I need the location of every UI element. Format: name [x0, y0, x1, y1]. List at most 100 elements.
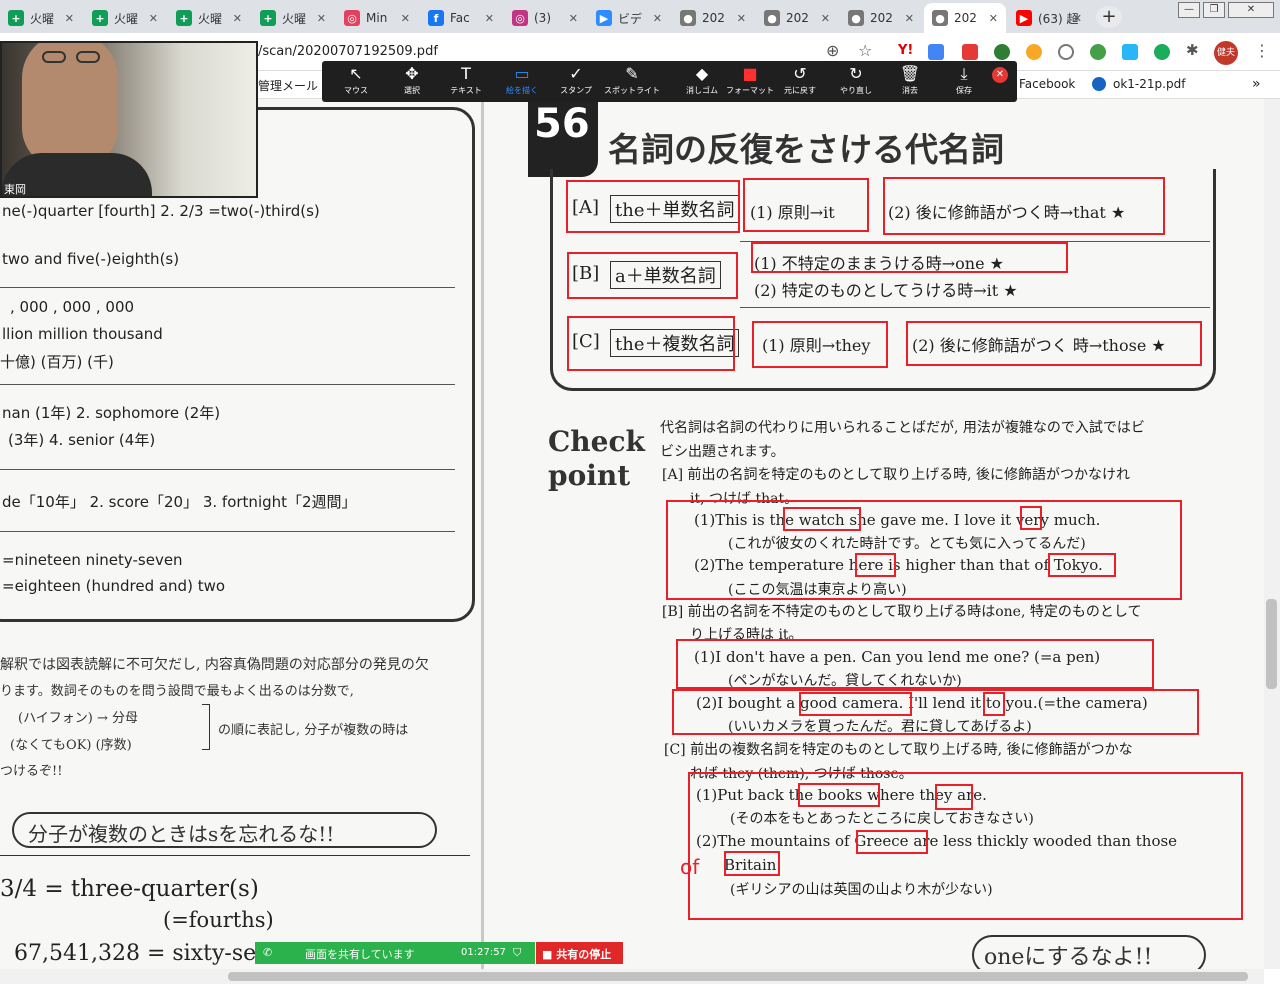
video-window[interactable]: 東岡	[0, 41, 258, 198]
bracket	[202, 704, 210, 750]
tab-title: 202	[786, 11, 809, 25]
handwritten-note: つけるぞ!!	[0, 764, 63, 779]
toolbar-tool[interactable]: ↖ マウス	[328, 63, 384, 100]
url-field[interactable]: /scan/20200707192509.pdf	[258, 44, 438, 59]
puzzle-icon[interactable]: ✱	[1186, 41, 1199, 59]
tab-close-icon[interactable]: ✕	[233, 12, 242, 25]
tab-close-icon[interactable]: ✕	[1073, 12, 1082, 25]
tool-label: やり直し	[840, 86, 872, 95]
tool-label: 消去	[902, 86, 918, 95]
divider	[0, 469, 455, 470]
browser-tab[interactable]: ● 202 ✕	[672, 3, 754, 33]
new-tab-button[interactable]: +	[1096, 6, 1122, 28]
toolbar-tool[interactable]: ▭ 絵を描く	[494, 63, 550, 100]
avatar[interactable]: 健夫	[1214, 41, 1238, 65]
bookmark-pdf[interactable]: ok1-21p.pdf	[1113, 77, 1185, 91]
browser-tab[interactable]: ◎ Min ✕	[336, 3, 418, 33]
tab-close-icon[interactable]: ✕	[989, 12, 998, 25]
bookmark-facebook[interactable]: Facebook	[1019, 77, 1075, 91]
browser-tab[interactable]: + 火曜 ✕	[84, 3, 166, 33]
tab-close-icon[interactable]: ✕	[737, 12, 746, 25]
minimize-button[interactable]: —	[1178, 2, 1200, 18]
annotation-rect	[855, 553, 896, 577]
tab-favicon-icon: f	[428, 10, 444, 26]
tool-icon: ✓	[569, 64, 583, 83]
toolbar-tool[interactable]: ↻ やり直し	[828, 63, 884, 100]
tool-label: 絵を描く	[506, 86, 538, 95]
close-toolbar-icon[interactable]: ✕	[992, 67, 1008, 83]
annotation-rect	[906, 321, 1202, 366]
browser-tab[interactable]: f Fac ✕	[420, 3, 502, 33]
star-icon[interactable]: ☆	[858, 41, 872, 60]
tab-close-icon[interactable]: ✕	[653, 12, 662, 25]
close-window-button[interactable]: ✕	[1228, 2, 1274, 18]
tab-close-icon[interactable]: ✕	[569, 12, 578, 25]
scroll-thumb[interactable]	[228, 972, 1248, 981]
toolbar-tool[interactable]: ✎ スポットライト	[604, 63, 660, 100]
tool-icon: ⤓	[960, 64, 968, 83]
toolbar-tool[interactable]: T テキスト	[438, 63, 494, 100]
yahoo-ext-icon[interactable]: Y!	[898, 43, 913, 58]
tab-close-icon[interactable]: ✕	[65, 12, 74, 25]
extension-icon[interactable]	[1090, 44, 1106, 60]
browser-tab[interactable]: + 火曜 ✕	[252, 3, 334, 33]
annotation-toolbar: ↖ マウス ✥ 選択 T テキスト ▭ 絵を描く ✓ スタンプ ✎ スポットライト ◆ 消しゴム ■ フォーマ…	[322, 61, 1017, 102]
share-ext-icon[interactable]	[994, 44, 1010, 60]
tool-icon: ↺	[793, 64, 807, 83]
extension-icon[interactable]	[1026, 44, 1042, 60]
tool-label: 元に戻す	[784, 86, 816, 95]
extension-icon[interactable]	[928, 44, 944, 60]
browser-tab[interactable]: ● 202 ✕	[924, 3, 1006, 33]
restore-button[interactable]: ❐	[1203, 2, 1225, 18]
tool-icon: ✎	[625, 64, 639, 83]
extension-icon[interactable]	[962, 44, 978, 60]
annotation-rect	[566, 180, 740, 233]
tab-title: 火曜	[282, 11, 307, 26]
browser-tab[interactable]: ▶ ビデ ✕	[588, 3, 670, 33]
more-bookmarks-icon[interactable]: »	[1252, 76, 1261, 92]
browser-tab[interactable]: + 火曜 ✕	[168, 3, 250, 33]
toolbar-tool[interactable]: ■ フォーマット	[722, 63, 778, 100]
bookmark-item[interactable]: 管理メール	[258, 77, 318, 94]
toolbar-tool[interactable]: ⤓ 保存	[936, 63, 992, 100]
glasses	[76, 51, 100, 63]
divider	[0, 384, 455, 385]
grammarly-icon[interactable]	[1154, 44, 1170, 60]
horizontal-scrollbar[interactable]	[0, 969, 1264, 984]
tool-icon: ✥	[405, 64, 419, 83]
tool-label: フォーマット	[726, 86, 774, 95]
annotation-rect	[567, 252, 738, 299]
toolbar-tool[interactable]: 🗑 消去	[882, 63, 938, 100]
annotation-rect	[1020, 506, 1042, 530]
scroll-thumb[interactable]	[1266, 599, 1277, 689]
tab-close-icon[interactable]: ✕	[149, 12, 158, 25]
tab-close-icon[interactable]: ✕	[821, 12, 830, 25]
extension-icon[interactable]	[1058, 44, 1074, 60]
tab-close-icon[interactable]: ✕	[905, 12, 914, 25]
vertical-scrollbar[interactable]	[1264, 99, 1280, 969]
toolbar-tool[interactable]: ✓ スタンプ	[548, 63, 604, 100]
menu-icon[interactable]: ⋮	[1254, 41, 1270, 60]
zoom-icon[interactable]: ⊕	[826, 41, 839, 60]
toolbar-tool[interactable]: ↺ 元に戻す	[772, 63, 828, 100]
tab-close-icon[interactable]: ✕	[317, 12, 326, 25]
extension-icon[interactable]	[1122, 44, 1138, 60]
tab-favicon-icon: ◎	[344, 10, 360, 26]
tool-label: スポットライト	[604, 86, 660, 95]
body-text: [B] 前出の名詞を不特定のものとして取り上げる時はone, 特定のものとして	[662, 604, 1142, 620]
browser-tab[interactable]: ● 202 ✕	[840, 3, 922, 33]
browser-tab[interactable]: ◎ (3) ✕	[504, 3, 586, 33]
annotation-rect	[1048, 553, 1116, 577]
divider	[0, 531, 455, 532]
browser-tab[interactable]: ▶ (63) 超 ✕	[1008, 3, 1090, 33]
toolbar-tool[interactable]: ✥ 選択	[384, 63, 440, 100]
tab-favicon-icon: ●	[848, 10, 864, 26]
tool-label: テキスト	[450, 86, 482, 95]
tab-close-icon[interactable]: ✕	[485, 12, 494, 25]
tab-close-icon[interactable]: ✕	[401, 12, 410, 25]
browser-tab[interactable]: ● 202 ✕	[756, 3, 838, 33]
stop-share-label[interactable]: ■ 共有の停止	[542, 946, 611, 962]
tool-label: マウス	[344, 86, 368, 95]
tool-label: 選択	[404, 86, 420, 95]
browser-tab[interactable]: + 火曜 ✕	[0, 3, 82, 33]
